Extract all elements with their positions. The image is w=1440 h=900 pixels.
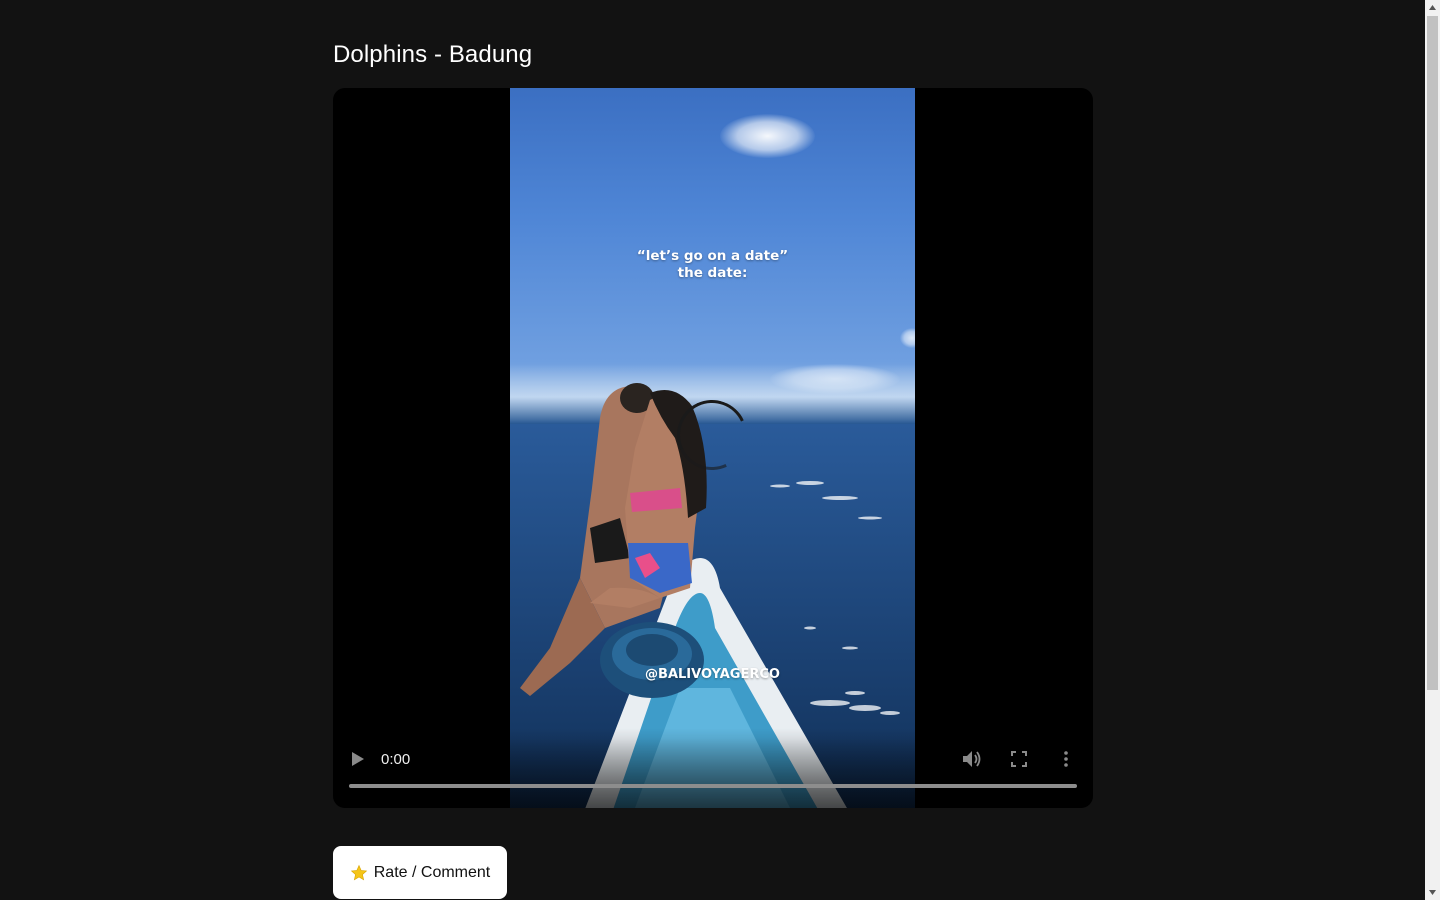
more-vertical-icon[interactable]: [1063, 750, 1069, 768]
caption-line-2: the date:: [677, 265, 748, 281]
video-caption: “let’s go on a date” the date:: [510, 248, 915, 282]
star-icon: [350, 864, 367, 880]
fullscreen-icon[interactable]: [1011, 751, 1027, 767]
time-display: 0:00: [381, 751, 411, 768]
video-watermark: @BALIVOYAGERCO: [645, 667, 780, 682]
progress-bar[interactable]: [349, 784, 1077, 788]
scroll-up-arrow-icon[interactable]: [1428, 4, 1437, 12]
video-player[interactable]: “let’s go on a date” the date: @BALIVOYA…: [333, 88, 1093, 808]
rate-comment-button[interactable]: Rate / Comment: [333, 846, 507, 899]
rate-comment-label: Rate / Comment: [373, 863, 491, 881]
controls-bar: [333, 738, 1093, 808]
page-scrollbar[interactable]: [1425, 0, 1440, 900]
page-title: Dolphins - Badung: [333, 41, 533, 68]
caption-line-1: “let’s go on a date”: [636, 248, 789, 264]
volume-icon[interactable]: [962, 750, 982, 768]
scroll-down-arrow-icon[interactable]: [1428, 888, 1437, 896]
play-icon[interactable]: [351, 751, 365, 767]
scrollbar-thumb[interactable]: [1427, 16, 1438, 690]
